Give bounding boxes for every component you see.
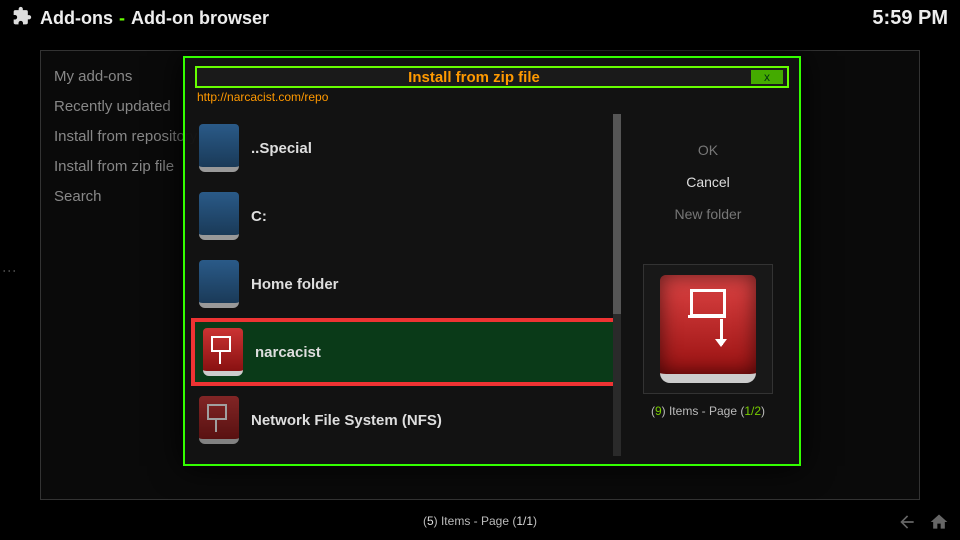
file-row-special[interactable]: ..Special (191, 114, 617, 182)
file-label: Home folder (251, 276, 339, 293)
network-drive-icon-large (660, 275, 756, 383)
addons-icon (12, 6, 32, 31)
path-display: http://narcacist.com/repo (197, 90, 787, 104)
file-label: C: (251, 208, 267, 225)
side-handle[interactable]: ⋮ (2, 264, 18, 276)
dialog-status: (9) Items - Page (1/2) (651, 404, 765, 418)
dialog-title-bar: Install from zip file x (195, 66, 789, 88)
network-drive-icon (203, 328, 243, 376)
file-list: ..Special C: Home folder narcacist Netwo… (191, 114, 617, 456)
clock: 5:59 PM (872, 7, 948, 30)
scrollbar-thumb[interactable] (613, 114, 621, 314)
preview-panel (643, 264, 773, 394)
file-row-home[interactable]: Home folder (191, 250, 617, 318)
header-section: Add-ons (40, 8, 113, 29)
file-row-nfs[interactable]: Network File System (NFS) (191, 386, 617, 454)
header-page: Add-on browser (131, 8, 269, 29)
file-row-c[interactable]: C: (191, 182, 617, 250)
file-label: narcacist (255, 344, 321, 361)
network-drive-icon (199, 396, 239, 444)
file-label: Network File System (NFS) (251, 412, 442, 429)
file-row-narcacist[interactable]: narcacist (191, 318, 617, 386)
back-button[interactable] (894, 510, 920, 534)
home-button[interactable] (926, 510, 952, 534)
dialog-title: Install from zip file (197, 69, 751, 86)
header-separator: - (119, 8, 125, 29)
footer-status: (5) Items - Page (1/1) (0, 514, 960, 528)
file-list-scrollbar[interactable] (613, 114, 621, 456)
drive-icon (199, 260, 239, 308)
dialog-right-pane: OK Cancel New folder (9) Items - Page (1… (623, 114, 793, 456)
install-zip-dialog: Install from zip file x http://narcacist… (183, 56, 801, 466)
close-button[interactable]: x (751, 70, 783, 84)
new-folder-button[interactable]: New folder (623, 198, 793, 230)
drive-icon (199, 124, 239, 172)
file-label: ..Special (251, 140, 312, 157)
drive-icon (199, 192, 239, 240)
ok-button[interactable]: OK (623, 134, 793, 166)
cancel-button[interactable]: Cancel (623, 166, 793, 198)
